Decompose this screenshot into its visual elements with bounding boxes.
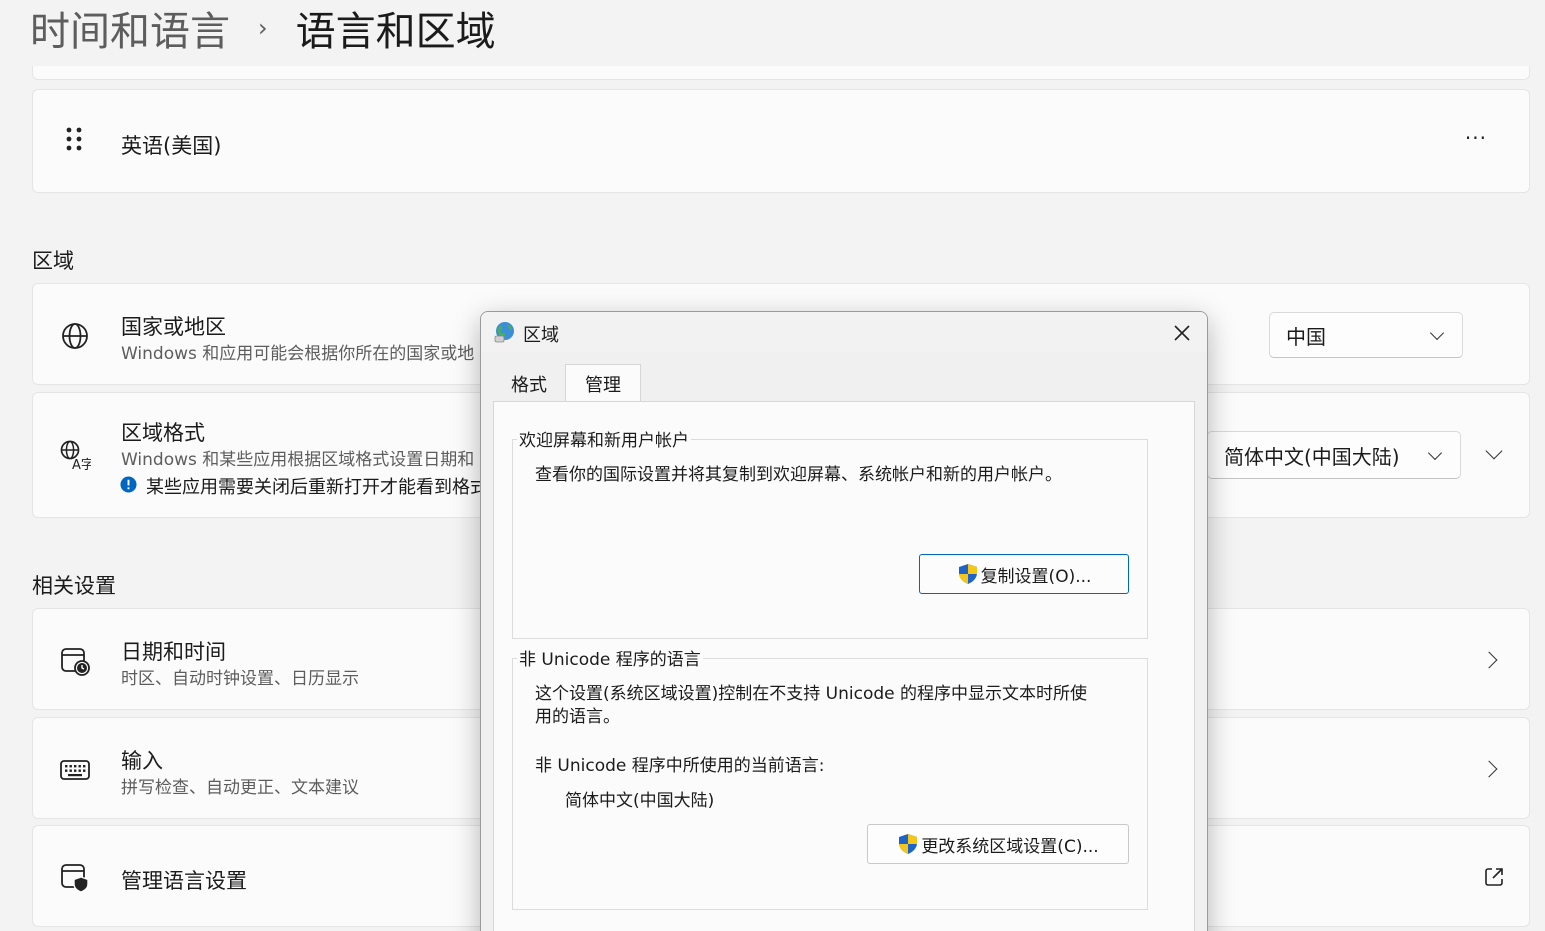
breadcrumb-separator: › (258, 14, 268, 42)
non-unicode-legend: 非 Unicode 程序的语言 (517, 645, 703, 670)
non-unicode-description-line2: 用的语言。 (535, 707, 620, 727)
welcome-screen-legend: 欢迎屏幕和新用户帐户 (517, 426, 691, 451)
calendar-clock-icon (61, 648, 90, 676)
previous-card-edge (32, 66, 1530, 80)
tab-format-label: 格式 (511, 375, 547, 396)
date-time-subtitle: 时区、自动时钟设置、日历显示 (121, 669, 359, 689)
current-language-label: 非 Unicode 程序中所使用的当前语言: (535, 756, 825, 776)
page-title: 语言和区域 (295, 9, 496, 55)
country-region-subtitle: Windows 和应用可能会根据你所在的国家或地 (121, 344, 475, 364)
regional-format-notice: 某些应用需要关闭后重新打开才能看到格式 (146, 477, 488, 498)
chevron-right-icon (1480, 760, 1498, 778)
more-options-icon[interactable]: ··· (1465, 126, 1487, 150)
keyboard-icon (60, 760, 90, 780)
breadcrumb-parent[interactable]: 时间和语言 (30, 0, 230, 57)
country-region-value: 中国 (1286, 324, 1326, 349)
tab-administrative[interactable]: 管理 (565, 364, 641, 402)
globe-icon (62, 323, 88, 349)
chevron-right-icon (1480, 651, 1498, 669)
date-time-title: 日期和时间 (121, 640, 226, 664)
regional-format-subtitle: Windows 和某些应用根据区域格式设置日期和 (121, 450, 475, 470)
chevron-down-icon (1427, 445, 1443, 461)
tab-administrative-label: 管理 (585, 374, 621, 396)
admin-shield-icon (61, 864, 89, 893)
language-format-icon: A字 (60, 440, 91, 471)
region-dialog: 区域 格式 管理 欢迎屏幕和新用户帐户 查看你的国际设置并将其复制到欢迎屏幕、系… (480, 311, 1208, 931)
breadcrumb: 时间和语言 › 语言和区域 (30, 0, 496, 56)
change-system-locale-label: 更改系统区域设置(C)... (921, 836, 1099, 857)
change-system-locale-button[interactable]: 更改系统区域设置(C)... (867, 824, 1129, 864)
related-settings-title: 相关设置 (32, 574, 116, 598)
open-external-icon (1485, 868, 1503, 886)
dialog-title: 区域 (523, 325, 559, 346)
current-language-value: 简体中文(中国大陆) (565, 791, 715, 811)
non-unicode-description-line1: 这个设置(系统区域设置)控制在不支持 Unicode 的程序中显示文本时所使 (535, 684, 1088, 704)
regional-format-value: 简体中文(中国大陆) (1224, 444, 1400, 469)
region-section-title: 区域 (32, 249, 74, 273)
copy-settings-label: 复制设置(O)... (980, 566, 1092, 587)
input-title: 输入 (121, 749, 163, 773)
svg-text:A字: A字 (72, 458, 91, 471)
copy-settings-button[interactable]: 复制设置(O)... (919, 554, 1129, 594)
uac-shield-icon (958, 564, 977, 584)
language-card-english[interactable]: 英语(美国) ··· (32, 89, 1530, 193)
input-subtitle: 拼写检查、自动更正、文本建议 (121, 778, 359, 798)
admin-language-title: 管理语言设置 (121, 869, 247, 893)
tab-format[interactable]: 格式 (493, 366, 565, 402)
region-globe-icon (494, 322, 514, 343)
expand-chevron-icon[interactable] (1485, 442, 1503, 460)
info-icon (120, 476, 137, 493)
regional-format-dropdown[interactable]: 简体中文(中国大陆) (1207, 431, 1461, 479)
welcome-screen-description: 查看你的国际设置并将其复制到欢迎屏幕、系统帐户和新的用户帐户。 (535, 465, 1062, 485)
country-region-title: 国家或地区 (121, 315, 226, 339)
welcome-screen-group: 欢迎屏幕和新用户帐户 查看你的国际设置并将其复制到欢迎屏幕、系统帐户和新的用户帐… (512, 426, 1148, 639)
regional-format-title: 区域格式 (121, 421, 205, 445)
close-icon[interactable] (1167, 318, 1197, 348)
country-region-dropdown[interactable]: 中国 (1269, 312, 1463, 358)
dialog-titlebar[interactable]: 区域 (481, 312, 1207, 352)
drag-handle-icon[interactable] (63, 126, 87, 156)
language-name: 英语(美国) (121, 134, 222, 158)
administrative-tab-panel: 欢迎屏幕和新用户帐户 查看你的国际设置并将其复制到欢迎屏幕、系统帐户和新的用户帐… (493, 401, 1195, 931)
chevron-down-icon (1429, 325, 1445, 341)
non-unicode-group: 非 Unicode 程序的语言 这个设置(系统区域设置)控制在不支持 Unico… (512, 645, 1148, 910)
uac-shield-icon (899, 834, 918, 854)
